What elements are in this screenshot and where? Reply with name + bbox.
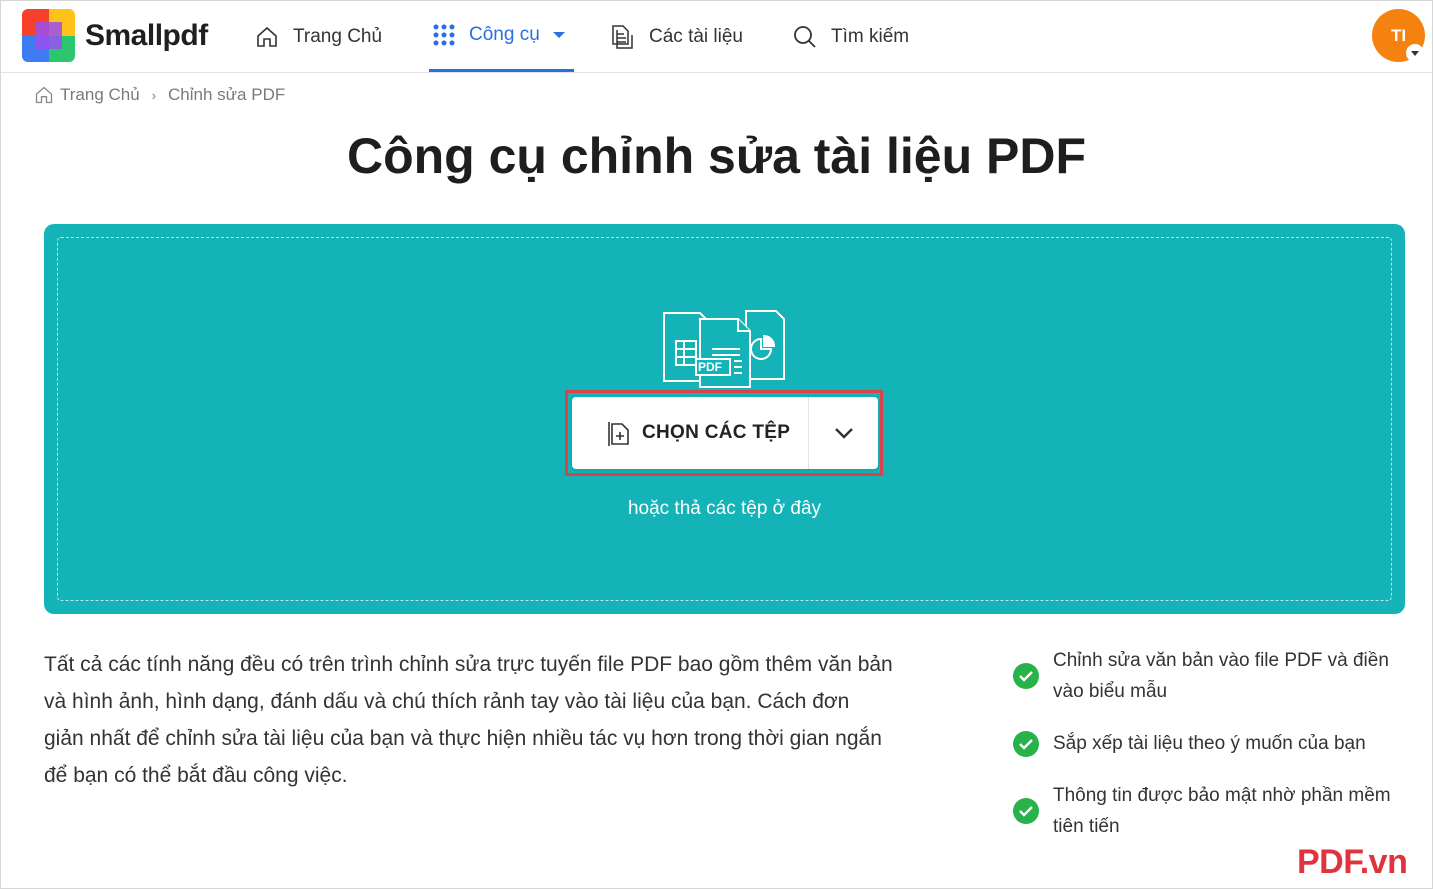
feature-text: Sắp xếp tài liệu theo ý muốn của bạn <box>1053 733 1366 754</box>
nav-search-label: Tìm kiếm <box>831 25 910 47</box>
feature-text: Chỉnh sửa văn bản vào file PDF và điền v… <box>1053 650 1389 702</box>
file-add-icon <box>608 422 629 446</box>
nav-home-label: Trang Chủ <box>293 25 383 47</box>
pdf-badge: PDF <box>698 360 722 374</box>
nav-search[interactable]: Tìm kiếm <box>793 1 909 72</box>
feature-item: Sắp xếp tài liệu theo ý muốn của bạn <box>1013 731 1413 759</box>
choose-files-label: CHỌN CÁC TỆP <box>642 422 791 443</box>
home-icon <box>35 86 53 104</box>
choose-source-dropdown[interactable] <box>809 397 878 469</box>
documents-icon <box>612 24 633 49</box>
pdfvn-watermark: PDF.vn <box>1297 843 1408 881</box>
check-circle-icon <box>1013 731 1039 757</box>
nav-home[interactable]: Trang Chủ <box>255 1 382 72</box>
check-circle-icon <box>1013 663 1039 689</box>
page-title: Công cụ chỉnh sửa tài liệu PDF <box>346 128 1087 184</box>
home-icon <box>257 26 277 47</box>
nav-tools-label: Công cụ <box>469 24 540 45</box>
breadcrumb-home-link[interactable]: Trang Chủ <box>60 85 140 105</box>
nav-documents-label: Các tài liệu <box>649 25 743 47</box>
breadcrumb: Trang Chủ › Chỉnh sửa PDF <box>34 85 285 105</box>
choose-files-button-group: CHỌN CÁC TỆP <box>572 397 878 469</box>
smallpdf-logo-icon <box>22 9 75 62</box>
feature-item: Thông tin được bảo mật nhờ phần mềm tiên… <box>1013 785 1413 842</box>
search-icon <box>794 25 816 48</box>
choose-files-button[interactable]: CHỌN CÁC TỆP <box>572 397 808 469</box>
nav-documents[interactable]: Các tài liệu <box>609 1 743 72</box>
documents-illustration-icon <box>663 310 785 388</box>
feature-item: Chỉnh sửa văn bản vào file PDF và điền v… <box>1013 650 1413 707</box>
breadcrumb-separator: › <box>151 87 157 103</box>
file-drop-zone[interactable]: PDF CHỌN CÁC TỆP hoặc thả các tệp ở đây <box>44 224 1405 614</box>
check-circle-icon <box>1013 798 1039 824</box>
logo-text: Smallpdf <box>85 18 208 52</box>
tool-description: Tất cả các tính năng đều có trên trình c… <box>44 653 893 787</box>
caret-down-icon <box>552 32 565 38</box>
avatar-chevron-down-icon[interactable] <box>1406 44 1424 62</box>
smallpdf-logo[interactable]: Smallpdf <box>22 9 208 62</box>
drop-files-hint: hoặc thả các tệp ở đây <box>627 498 822 519</box>
chevron-down-icon <box>834 428 853 439</box>
grid-icon <box>433 24 455 46</box>
breadcrumb-current: Chỉnh sửa PDF <box>168 85 286 104</box>
top-navbar: Smallpdf Trang Chủ Công cụ Các tài liệu … <box>1 1 1432 73</box>
nav-tools[interactable]: Công cụ <box>429 1 574 72</box>
feature-text: Thông tin được bảo mật nhờ phần mềm tiên… <box>1053 785 1391 837</box>
